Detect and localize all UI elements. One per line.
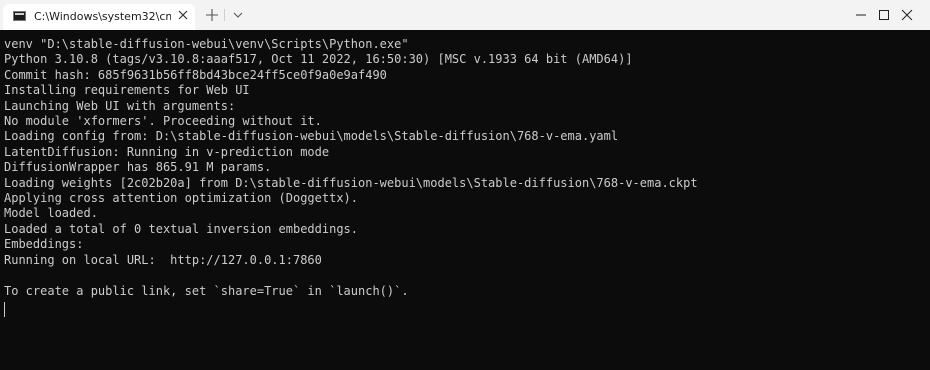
terminal-line: Applying cross attention optimization (D… [4, 191, 359, 206]
terminal-line: Python 3.10.8 (tags/v3.10.8:aaaf517, Oct… [4, 52, 633, 67]
close-icon[interactable] [176, 8, 190, 22]
terminal-line: Loading weights [2c02b20a] from D:\stabl… [4, 175, 698, 190]
terminal-output: venv "D:\stable-diffusion-webui\venv\Scr… [4, 37, 698, 299]
terminal-line: DiffusionWrapper has 865.91 M params. [4, 160, 272, 175]
terminal-line: venv "D:\stable-diffusion-webui\venv\Scr… [4, 37, 409, 51]
terminal-line: No module 'xformers'. Proceeding without… [4, 114, 322, 129]
terminal-line: Commit hash: 685f9631b56ff8bd43bce24ff5c… [4, 67, 387, 82]
close-icon[interactable] [884, 0, 930, 30]
terminal-line: Model loaded. [4, 206, 98, 221]
terminal-line: Loaded a total of 0 textual inversion em… [4, 221, 359, 236]
terminal-line: Running on local URL: http://127.0.0.1:7… [4, 252, 322, 267]
tab-cmd[interactable]: C:\Windows\system32\cmd.e [3, 4, 195, 30]
text-cursor [4, 302, 5, 317]
terminal-line: Installing requirements for Web UI [4, 83, 250, 98]
terminal-line: LatentDiffusion: Running in v-prediction… [4, 144, 330, 159]
tab-title: C:\Windows\system32\cmd.e [34, 10, 171, 23]
title-bar: C:\Windows\system32\cmd.e [0, 0, 930, 30]
plus-icon[interactable] [204, 7, 220, 23]
terminal-line: Launching Web UI with arguments: [4, 98, 236, 113]
terminal-output-area[interactable]: venv "D:\stable-diffusion-webui\venv\Scr… [0, 30, 930, 370]
terminal-line: Loading config from: D:\stable-diffusion… [4, 129, 619, 144]
terminal-line: To create a public link, set `share=True… [4, 283, 409, 298]
chevron-down-icon[interactable] [231, 7, 245, 23]
divider [224, 9, 225, 21]
terminal-line: Embeddings: [4, 237, 84, 252]
terminal-icon [13, 11, 26, 21]
